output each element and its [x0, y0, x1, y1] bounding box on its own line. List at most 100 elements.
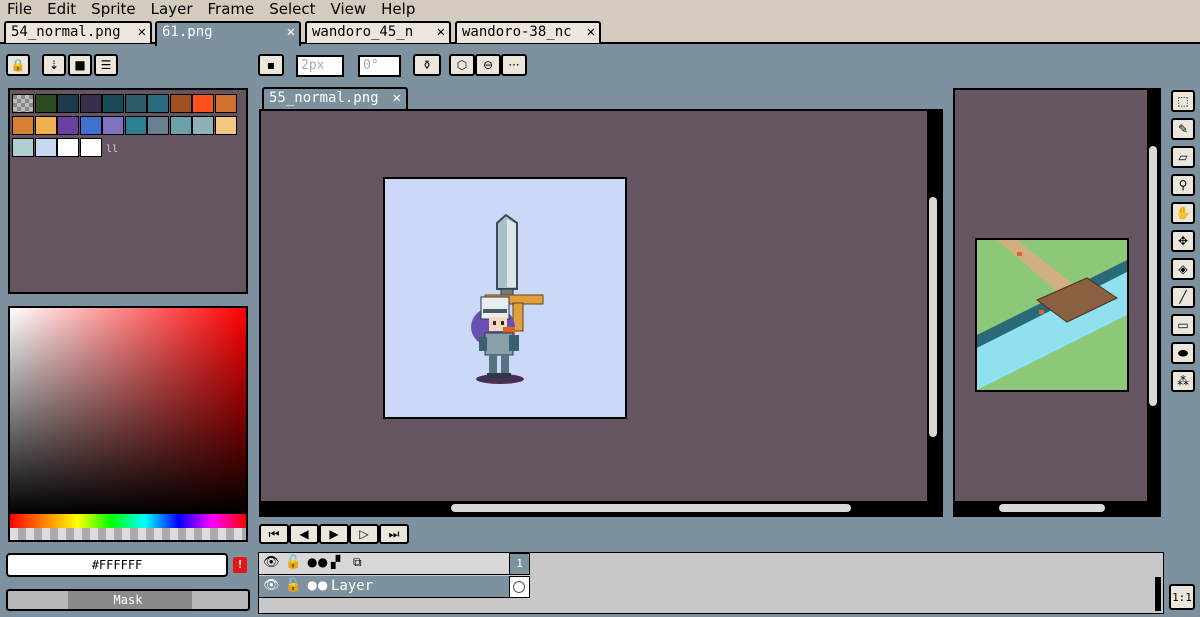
- close-icon[interactable]: ✕: [587, 23, 595, 41]
- close-icon[interactable]: ✕: [393, 89, 401, 107]
- marquee-select-icon[interactable]: ⬚: [1171, 90, 1195, 112]
- preview-hscroll[interactable]: [955, 501, 1147, 515]
- layer-group-icon[interactable]: ▞: [331, 555, 340, 569]
- layer-row[interactable]: 👁 🔓 ●● Layer: [259, 576, 509, 598]
- close-icon[interactable]: ✕: [287, 23, 295, 41]
- hue-slider[interactable]: [10, 514, 246, 528]
- continuous-icon[interactable]: ●●: [307, 555, 328, 569]
- file-tab-wandoro-45[interactable]: wandoro_45_n ✕: [305, 21, 451, 43]
- previous-frame-icon[interactable]: ◀: [289, 524, 319, 544]
- preview-panel[interactable]: [953, 88, 1161, 517]
- palette-swatch[interactable]: [147, 94, 169, 113]
- hand-icon[interactable]: ✋: [1171, 202, 1195, 224]
- horizontal-scrollbar-thumb[interactable]: [451, 504, 851, 512]
- palette-swatch[interactable]: [12, 116, 34, 135]
- palette-swatch[interactable]: [79, 138, 102, 157]
- timeline-scrollbar[interactable]: [1155, 577, 1161, 611]
- hex-color-field[interactable]: #FFFFFF: [6, 553, 228, 577]
- preview-vscroll-thumb[interactable]: [1149, 146, 1157, 406]
- palette-swatch[interactable]: [192, 116, 214, 135]
- zoom-reset-button[interactable]: 1:1: [1169, 584, 1195, 610]
- brush-angle-field[interactable]: 0°: [358, 55, 401, 77]
- menu-help[interactable]: Help: [381, 0, 415, 18]
- palette-swatch[interactable]: [102, 116, 124, 135]
- eraser-icon[interactable]: ▱: [1171, 146, 1195, 168]
- menu-view[interactable]: View: [331, 0, 367, 18]
- palette-swatch[interactable]: [169, 116, 192, 135]
- palette-swatch[interactable]: [34, 138, 57, 157]
- close-icon[interactable]: ✕: [437, 23, 445, 41]
- symmetry-icon[interactable]: ⬡: [449, 54, 475, 76]
- palette-swatch[interactable]: [147, 116, 169, 135]
- saturation-value-field[interactable]: [10, 308, 246, 514]
- palette-resize-handle[interactable]: ll: [106, 144, 118, 155]
- menu-select[interactable]: Select: [269, 0, 315, 18]
- mask-button[interactable]: Mask: [6, 589, 250, 611]
- lock-icon[interactable]: 🔒: [6, 54, 30, 76]
- first-frame-icon[interactable]: ⏮: [259, 524, 289, 544]
- menu-layer[interactable]: Layer: [151, 0, 193, 18]
- horizontal-scrollbar-track[interactable]: [261, 501, 927, 515]
- palette-swatch[interactable]: [57, 138, 79, 157]
- save-icon[interactable]: ■: [68, 54, 92, 76]
- menu-edit[interactable]: Edit: [47, 0, 76, 18]
- brush-shape-icon[interactable]: ▪: [258, 54, 284, 76]
- file-tab-54-normal[interactable]: 54_normal.png ✕: [4, 21, 152, 43]
- sprite-tab-55-normal[interactable]: 55_normal.png ✕: [262, 87, 408, 109]
- eye-icon[interactable]: 👁: [263, 555, 280, 570]
- menu-file[interactable]: File: [7, 0, 32, 18]
- preview-hscroll-thumb[interactable]: [999, 504, 1105, 512]
- palette-swatch[interactable]: [57, 116, 79, 135]
- lock-icon[interactable]: 🔓: [285, 555, 301, 570]
- sprite-canvas[interactable]: [383, 177, 627, 419]
- palette-swatch[interactable]: [192, 94, 214, 113]
- list-menu-icon[interactable]: ☰: [94, 54, 118, 76]
- unlock-icon[interactable]: 🔓: [285, 578, 301, 593]
- vertical-scrollbar-track[interactable]: [927, 111, 941, 515]
- spray-icon[interactable]: ⁂: [1171, 370, 1195, 392]
- warning-icon[interactable]: !: [233, 557, 247, 573]
- color-picker[interactable]: [8, 306, 248, 542]
- file-tab-61[interactable]: 61.png ✕: [155, 21, 301, 46]
- eyedropper-icon[interactable]: ⚲: [1171, 174, 1195, 196]
- palette-swatch[interactable]: [124, 94, 147, 113]
- palette-swatch[interactable]: [79, 94, 102, 113]
- rectangle-icon[interactable]: ▭: [1171, 314, 1195, 336]
- cel-1[interactable]: [509, 576, 530, 598]
- next-frame-icon[interactable]: ▷: [349, 524, 379, 544]
- palette-swatch[interactable]: [102, 94, 124, 113]
- onion-skin-icon[interactable]: ⧉: [353, 555, 362, 570]
- editor-canvas[interactable]: [259, 109, 943, 517]
- brush-size-field[interactable]: 2px: [296, 55, 344, 77]
- palette-swatch[interactable]: [214, 116, 237, 135]
- layer-name[interactable]: Layer: [331, 578, 373, 594]
- ink-bottle-icon[interactable]: ⚱: [413, 54, 441, 76]
- continuous-icon[interactable]: ●●: [307, 578, 328, 592]
- paint-bucket-icon[interactable]: ◈: [1171, 258, 1195, 280]
- pencil-icon[interactable]: ✎: [1171, 118, 1195, 140]
- blob-brush-icon[interactable]: ⬬: [1171, 342, 1195, 364]
- palette-swatch[interactable]: [12, 94, 34, 113]
- link-icon[interactable]: ⊖: [475, 54, 501, 76]
- more-options-icon[interactable]: ···: [501, 54, 527, 76]
- palette-swatch[interactable]: [34, 116, 57, 135]
- frame-header-1[interactable]: 1: [509, 553, 530, 575]
- file-tab-wandoro-38[interactable]: wandoro-38_nc ✕: [455, 21, 601, 43]
- move-icon[interactable]: ✥: [1171, 230, 1195, 252]
- palette-swatch[interactable]: [214, 94, 237, 113]
- palette-swatch[interactable]: [79, 116, 102, 135]
- menu-frame[interactable]: Frame: [208, 0, 255, 18]
- line-icon[interactable]: ╱: [1171, 286, 1195, 308]
- palette-swatch[interactable]: [34, 94, 57, 113]
- palette-swatch[interactable]: [57, 94, 79, 113]
- menu-sprite[interactable]: Sprite: [91, 0, 136, 18]
- preview-vscroll[interactable]: [1147, 90, 1159, 515]
- eye-icon[interactable]: 👁: [263, 578, 280, 593]
- palette-swatch[interactable]: [169, 94, 192, 113]
- close-icon[interactable]: ✕: [138, 23, 146, 41]
- download-icon[interactable]: ⇣: [42, 54, 66, 76]
- play-icon[interactable]: ▶: [319, 524, 349, 544]
- palette-swatch[interactable]: [12, 138, 34, 157]
- vertical-scrollbar-thumb[interactable]: [929, 197, 937, 437]
- palette-swatch[interactable]: [124, 116, 147, 135]
